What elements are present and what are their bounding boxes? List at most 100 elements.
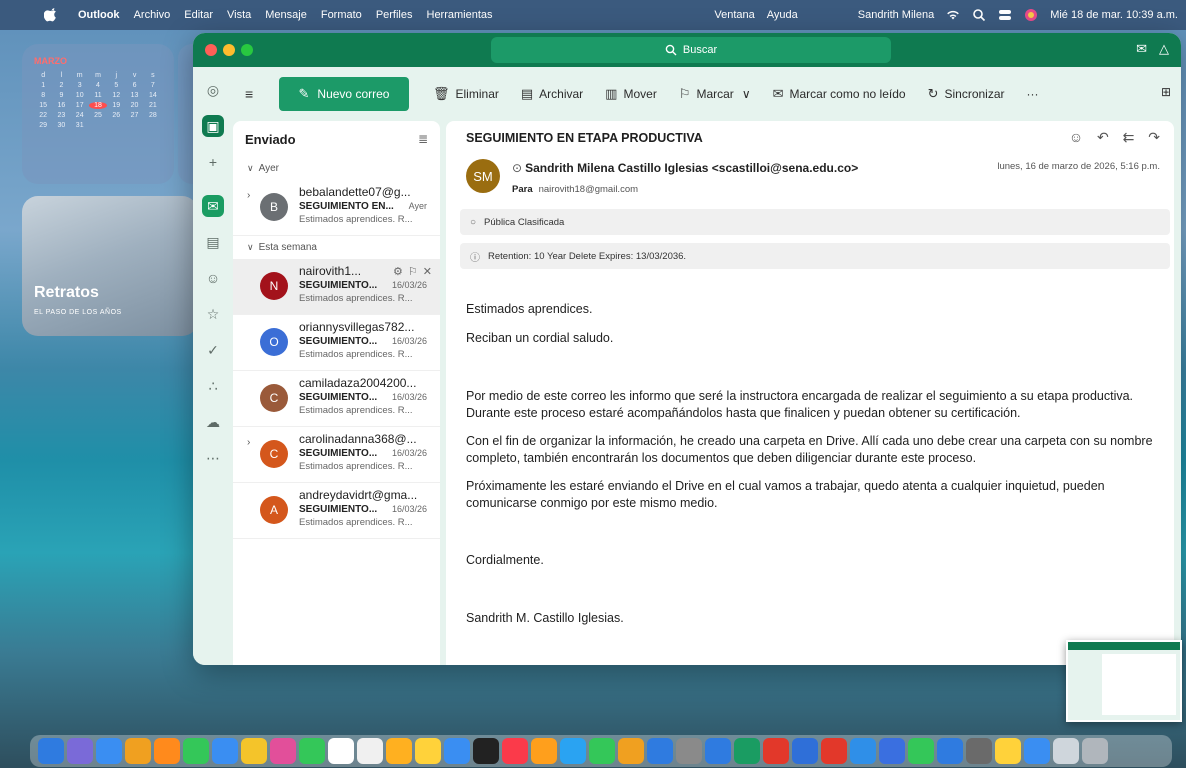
dock-app-icon[interactable]	[211, 738, 238, 764]
dock-app-icon[interactable]	[1081, 738, 1108, 764]
dock-app-icon[interactable]	[704, 738, 731, 764]
group-this-week[interactable]: ∨ Esta semana	[233, 236, 440, 259]
menu-clock[interactable]: Mié 18 de mar. 10:39 a.m.	[1050, 9, 1178, 21]
flag-button[interactable]: ⚐ Marcar ∨	[679, 86, 751, 102]
message-sender[interactable]: ⊙ Sandrith Milena Castillo Iglesias <scas…	[512, 161, 858, 175]
dock-app-icon[interactable]	[153, 738, 180, 764]
dock-app-icon[interactable]	[849, 738, 876, 764]
list-item[interactable]: › C carolinadanna368@... SEGUIMIENTO... 1…	[233, 427, 440, 483]
bell-icon[interactable]: △	[1159, 41, 1169, 57]
dock-app-icon[interactable]	[414, 738, 441, 764]
window-thumbnail[interactable]	[1066, 640, 1182, 722]
menu-mensaje[interactable]: Mensaje	[265, 9, 307, 21]
dock-app-icon[interactable]	[66, 738, 93, 764]
dock-app-icon[interactable]	[385, 738, 412, 764]
dock-app-icon[interactable]	[356, 738, 383, 764]
sync-button[interactable]: ↻ Sincronizar	[928, 86, 1005, 102]
dock-app-icon[interactable]	[965, 738, 992, 764]
new-mail-button[interactable]: ✎ Nuevo correo	[279, 77, 409, 111]
dock-app-icon[interactable]	[675, 738, 702, 764]
dock-app-icon[interactable]	[37, 738, 64, 764]
people-icon[interactable]: ☺	[202, 267, 224, 289]
filter-icon[interactable]: ≣	[418, 132, 428, 146]
dock-app-icon[interactable]	[501, 738, 528, 764]
dock-app-icon[interactable]	[95, 738, 122, 764]
mail-icon[interactable]: ✉	[202, 195, 224, 217]
hamburger-icon[interactable]: ≡	[245, 86, 263, 102]
dock-app-icon[interactable]	[762, 738, 789, 764]
reply-all-icon[interactable]: ⇇	[1123, 129, 1135, 145]
move-button[interactable]: ▥ Mover	[605, 86, 657, 102]
menu-editar[interactable]: Editar	[184, 9, 213, 21]
dock-app-icon[interactable]	[733, 738, 760, 764]
group-yesterday[interactable]: ∨ Ayer	[233, 157, 440, 180]
cloud-icon[interactable]: ☁	[202, 411, 224, 433]
dock-app-icon[interactable]	[1052, 738, 1079, 764]
gear-icon[interactable]: ⚙	[393, 266, 403, 278]
menu-vista[interactable]: Vista	[227, 9, 251, 21]
dock-app-icon[interactable]	[298, 738, 325, 764]
reply-icon[interactable]: ↶	[1097, 129, 1109, 145]
avatar[interactable]: SM	[466, 159, 500, 193]
control-center-icon[interactable]	[998, 8, 1012, 22]
menu-user[interactable]: Sandrith Milena	[858, 9, 934, 21]
dock-app-icon[interactable]	[559, 738, 586, 764]
dock-app-icon[interactable]	[791, 738, 818, 764]
emoji-icon[interactable]: ☺	[1069, 129, 1083, 145]
dock-app-icon[interactable]	[530, 738, 557, 764]
dock-app-icon[interactable]	[907, 738, 934, 764]
dock-app-icon[interactable]	[472, 738, 499, 764]
search-input[interactable]: Buscar	[491, 37, 891, 63]
dock-app-icon[interactable]	[443, 738, 470, 764]
menu-archivo[interactable]: Archivo	[134, 9, 171, 21]
more-apps-icon[interactable]: ⋯	[202, 447, 224, 469]
dock-app-icon[interactable]	[994, 738, 1021, 764]
delete-button[interactable]: 🗑︎ Eliminar	[433, 86, 499, 102]
dock-app-icon[interactable]	[936, 738, 963, 764]
menu-perfiles[interactable]: Perfiles	[376, 9, 413, 21]
add-account-icon[interactable]: +	[202, 151, 224, 173]
list-item[interactable]: O oriannysvillegas782... SEGUIMIENTO... 1…	[233, 315, 440, 371]
list-item[interactable]: › B bebalandette07@g... SEGUIMIENTO EN..…	[233, 180, 440, 236]
list-item[interactable]: A andreydavidrt@gma... SEGUIMIENTO... 16/…	[233, 483, 440, 539]
globe-icon[interactable]: ◎	[202, 79, 224, 101]
archive-button[interactable]: ▤ Archivar	[521, 86, 583, 102]
flag-icon[interactable]: ⚐	[408, 266, 418, 278]
wifi-icon[interactable]	[946, 8, 960, 22]
list-item[interactable]: N nairovith1... ⚙ ⚐ ✕ SEGUIMIENTO... 16/03/…	[233, 259, 440, 315]
chevron-down-icon[interactable]: ∨	[742, 87, 751, 101]
dock-app-icon[interactable]	[269, 738, 296, 764]
trash-icon[interactable]: ✕	[423, 266, 432, 278]
dock-app-icon[interactable]	[646, 738, 673, 764]
siri-icon[interactable]	[1024, 8, 1038, 22]
mark-unread-button[interactable]: ✉ Marcar como no leído	[773, 86, 906, 102]
menu-outlook[interactable]: Outlook	[78, 9, 120, 21]
dock-app-icon[interactable]	[588, 738, 615, 764]
spotlight-icon[interactable]	[972, 8, 986, 22]
menu-ayuda[interactable]: Ayuda	[767, 9, 798, 21]
dock-app-icon[interactable]	[878, 738, 905, 764]
more-options-button[interactable]: ···	[1027, 87, 1039, 101]
todo-icon[interactable]: ✓	[202, 339, 224, 361]
photos-widget[interactable]: Retratos EL PASO DE LOS AÑOS	[22, 196, 198, 336]
apple-icon[interactable]	[44, 8, 58, 22]
org-icon[interactable]: ∴	[202, 375, 224, 397]
calendar-icon[interactable]: ▤	[202, 231, 224, 253]
calendar-widget[interactable]: MARZO d l m m j v s 1 2 3 4 5 6 7 8 9 10 11 12 13 14 15 16 17 18…	[22, 44, 174, 184]
megaphone-icon[interactable]: ✉	[1136, 41, 1147, 57]
expand-icon[interactable]: ⊞	[1161, 85, 1171, 99]
dock-app-icon[interactable]	[1023, 738, 1050, 764]
close-window-button[interactable]	[205, 44, 217, 56]
menu-formato[interactable]: Formato	[321, 9, 362, 21]
forward-icon[interactable]: ↷	[1148, 129, 1160, 145]
menu-ventana[interactable]: Ventana	[714, 9, 754, 21]
dock-app-icon[interactable]	[182, 738, 209, 764]
dock-app-icon[interactable]	[124, 738, 151, 764]
chevron-right-icon[interactable]: ›	[247, 437, 250, 448]
dock-app-icon[interactable]	[327, 738, 354, 764]
dock-app-icon[interactable]	[820, 738, 847, 764]
dock-app-icon[interactable]	[617, 738, 644, 764]
briefcase-icon[interactable]: ▣	[202, 115, 224, 137]
to-address[interactable]: nairovith18@gmail.com	[539, 184, 638, 195]
minimize-window-button[interactable]	[223, 44, 235, 56]
